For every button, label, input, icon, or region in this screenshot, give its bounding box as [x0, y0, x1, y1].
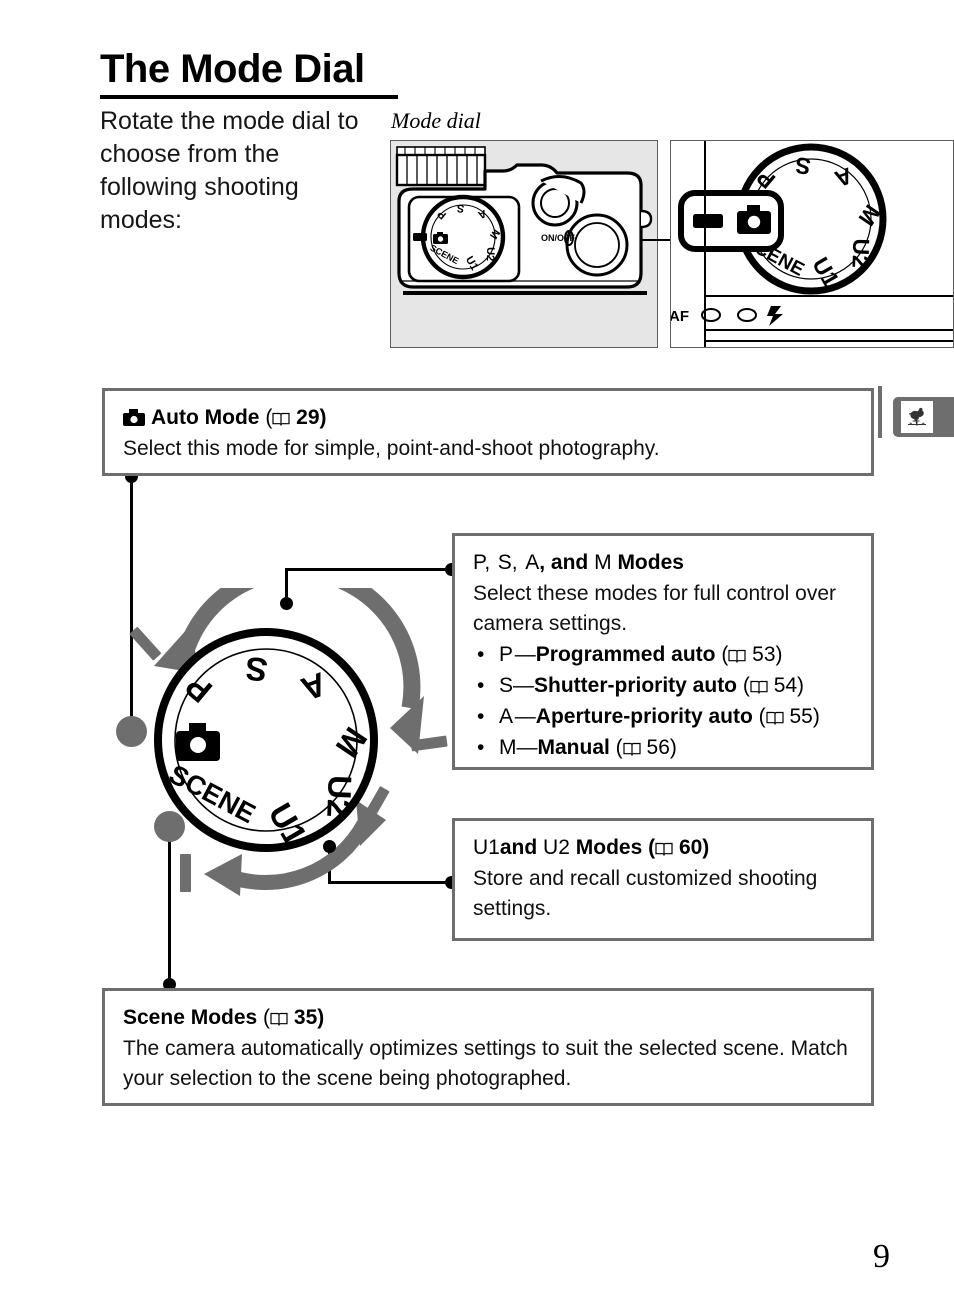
book-icon	[270, 1012, 288, 1027]
psam-range-tick-left	[129, 627, 162, 661]
psam-mode-item: S—Shutter-priority auto ( 54)	[473, 670, 853, 701]
psam-item-page-ref: 56	[646, 736, 670, 759]
psam-title-modes: Modes	[617, 551, 684, 574]
manual-page: The Mode Dial Rotate the mode dial to ch…	[0, 0, 954, 1314]
svg-text:ON/OFF: ON/OFF	[541, 233, 575, 243]
mode-dial-caption: Mode dial	[391, 108, 481, 133]
page-title: The Mode Dial	[100, 47, 365, 91]
auto-mode-title: Auto Mode ( 29)	[123, 403, 853, 433]
scene-modes-box: Scene Modes ( 35) The camera automatical…	[102, 988, 874, 1106]
psam-title-and: and	[550, 551, 589, 574]
book-icon	[272, 412, 290, 427]
index-mark	[693, 214, 723, 228]
camera-icon	[123, 409, 145, 426]
psam-mode-list: P —Programmed auto ( 53) S—Shutter-prior…	[473, 639, 853, 763]
psam-item-page-ref: 54	[773, 674, 798, 697]
auto-mode-title-text: Auto Mode	[151, 406, 260, 429]
mode-dial-diagram: P S A M U2 U1 SCENE	[118, 562, 448, 928]
psam-modes-box: P, S, A, and M Modes Select these modes …	[452, 533, 874, 770]
psam-item-page-ref: 53	[752, 643, 776, 666]
book-icon	[750, 680, 768, 695]
psam-item-code: S	[499, 674, 514, 697]
mode-dial-closeup-illustration: P S A M U2 U1 SCENE AF	[670, 140, 954, 348]
weathervane-rooster-icon	[901, 401, 933, 433]
u12-range-tick-left	[180, 854, 191, 892]
u1-u2-modes-title: U1and U2 Modes ( 60)	[473, 836, 710, 859]
book-icon	[728, 649, 746, 664]
psam-mode-item: M—Manual ( 56)	[473, 732, 853, 763]
auto-mode-body: Select this mode for simple, point-and-s…	[123, 437, 660, 460]
svg-text:AF: AF	[671, 308, 689, 325]
psam-item-code: M	[499, 736, 517, 759]
connector-dot-psam-dial	[280, 597, 293, 610]
psam-item-name: Aperture-priority auto	[535, 705, 753, 728]
u1-u2-modes-box: U1and U2 Modes ( 60) Store and recall cu…	[452, 818, 874, 941]
svg-text:U2: U2	[484, 247, 496, 261]
psam-modes-title: P, S, A, and M Modes	[473, 551, 684, 574]
dial-label-u2: U2	[320, 775, 358, 818]
book-icon	[623, 742, 641, 757]
chapter-tab[interactable]	[893, 397, 954, 437]
scene-modes-body: The camera automatically optimizes setti…	[123, 1037, 848, 1090]
camera-top-view-illustration: P S A M U2 U1 SCENE ON/OFF	[390, 140, 658, 348]
psam-title-m: M	[594, 551, 612, 574]
auto-mode-box: Auto Mode ( 29) Select this mode for sim…	[102, 388, 874, 476]
psam-mode-item: A —Aperture-priority auto ( 55)	[473, 701, 853, 732]
svg-text:U2: U2	[847, 238, 874, 268]
scene-modes-title: Scene Modes ( 35)	[123, 1006, 325, 1029]
psam-title-a: A	[525, 551, 540, 574]
psam-item-name: Shutter-priority auto	[534, 674, 738, 697]
psam-mode-item: P —Programmed auto ( 53)	[473, 639, 853, 670]
connector-psam-horizontal	[285, 568, 453, 571]
page-number: 9	[873, 1238, 890, 1275]
auto-mode-page-ref: 29	[296, 406, 320, 429]
psam-item-code: P	[499, 643, 514, 666]
u12-page-ref: 60	[678, 836, 703, 859]
tab-left-rule	[878, 386, 882, 438]
u12-arrow-head-left	[204, 854, 242, 896]
scene-modes-title-text: Scene Modes	[123, 1006, 258, 1029]
book-icon	[766, 711, 784, 726]
camera-top-view-svg: P S A M U2 U1 SCENE ON/OFF	[391, 141, 657, 347]
u12-title-u1: U1	[473, 836, 500, 859]
u1-u2-modes-body: Store and recall customized shooting set…	[473, 867, 818, 920]
psam-item-code: A	[499, 705, 514, 728]
book-icon	[655, 842, 673, 857]
connector-dot-u12-dial	[323, 840, 336, 853]
connector-dot-auto-dial	[116, 716, 147, 747]
intro-paragraph: Rotate the mode dial to choose from the …	[100, 107, 359, 234]
psam-title-s: S	[497, 551, 512, 574]
psam-item-name: Programmed auto	[535, 643, 716, 666]
psam-item-name: Manual	[537, 736, 610, 759]
u12-title-modes: Modes	[575, 836, 643, 859]
title-underline-rule	[100, 95, 398, 99]
u12-title-u2: U2	[543, 836, 570, 859]
psam-item-page-ref: 55	[789, 705, 813, 728]
psam-modes-body: Select these modes for full control over…	[473, 582, 837, 635]
mode-dial-diagram-svg: P S A M U2 U1 SCENE	[129, 562, 448, 896]
mode-dial-closeup-svg: P S A M U2 U1 SCENE AF	[671, 141, 953, 347]
u12-title-and: and	[499, 836, 538, 859]
scene-modes-page-ref: 35	[293, 1006, 318, 1029]
psam-title-p: P	[473, 551, 485, 574]
connector-dot-scene-dial	[154, 811, 185, 842]
